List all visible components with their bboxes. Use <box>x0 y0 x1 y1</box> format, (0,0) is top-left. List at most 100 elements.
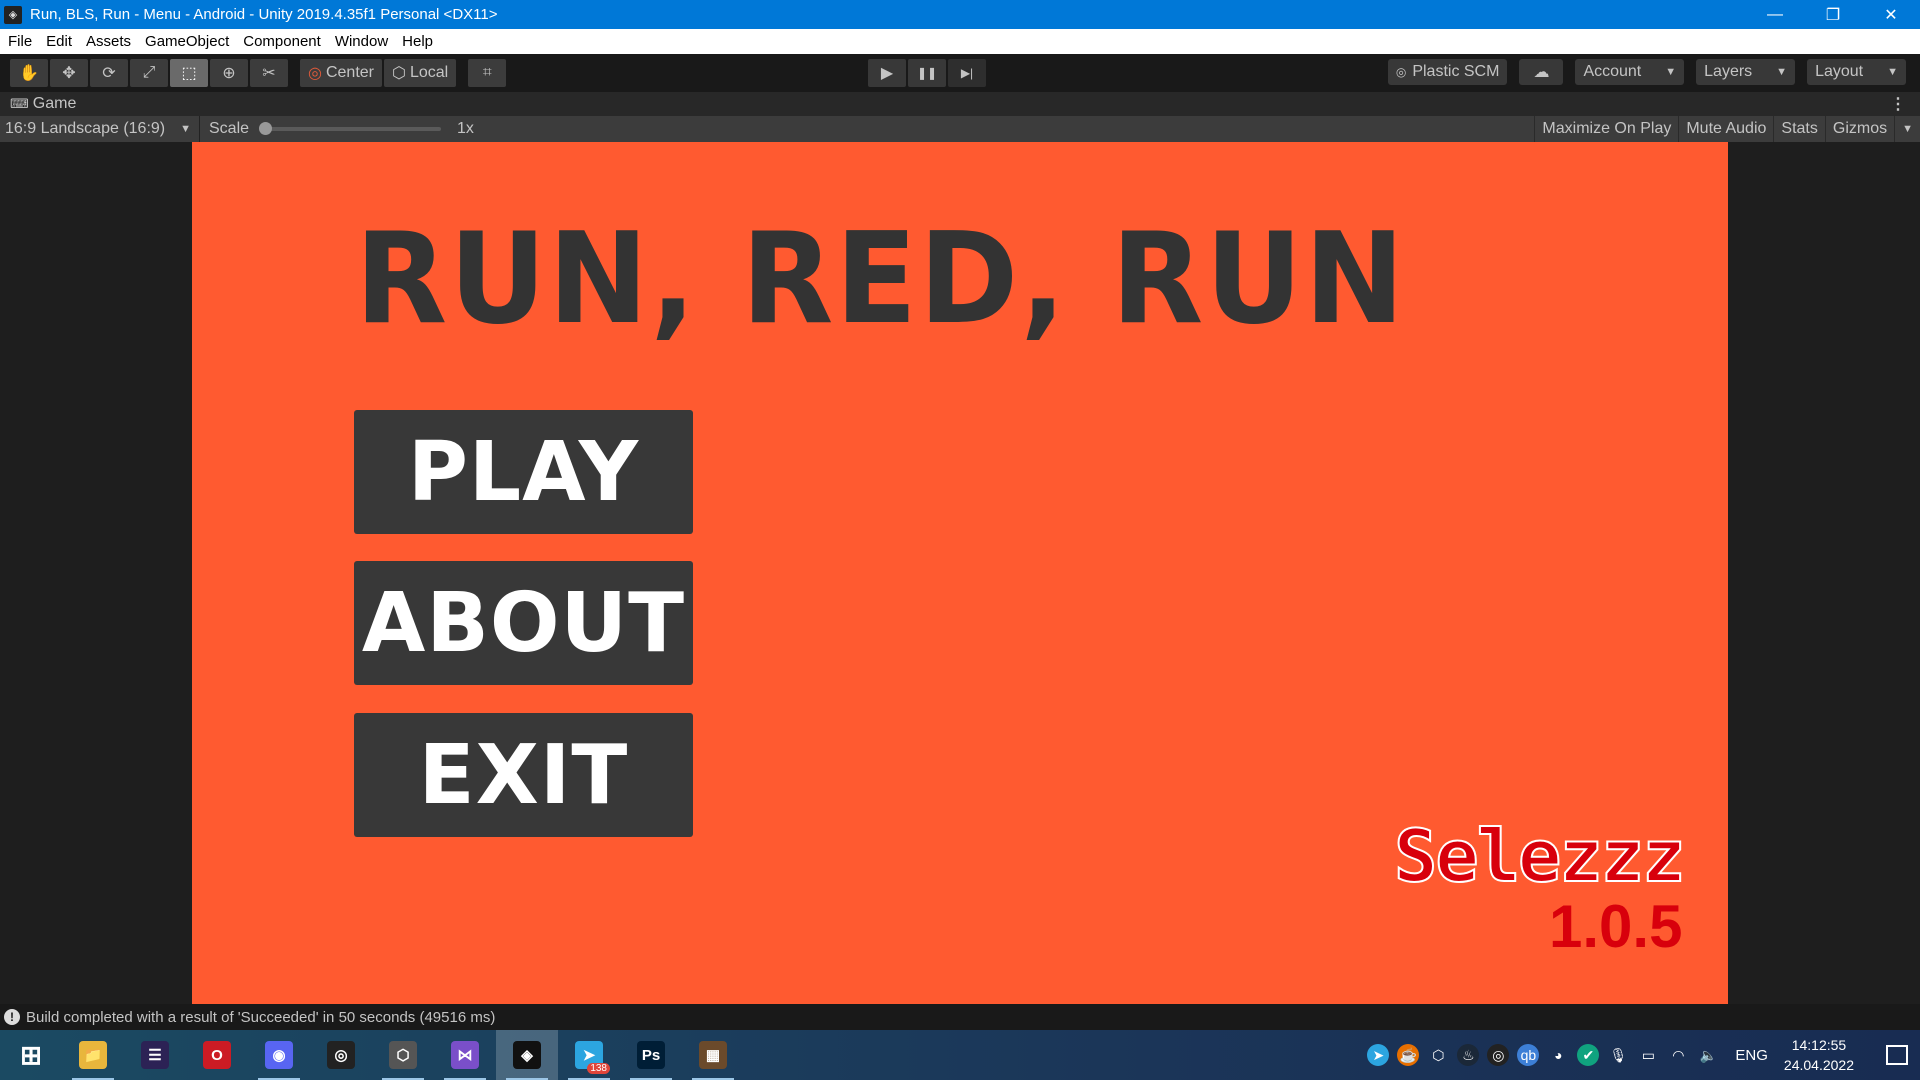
game-title: RUN, RED, RUN <box>355 205 1407 352</box>
menu-file[interactable]: File <box>8 33 32 50</box>
layout-label: Layout <box>1815 63 1864 80</box>
taskbar-app-obs[interactable]: ◎ <box>310 1030 372 1080</box>
clock-time: 14:12:55 <box>1791 1037 1847 1053</box>
close-button[interactable]: ✕ <box>1862 0 1920 29</box>
cube-icon: ⬡ <box>392 65 406 82</box>
transform-icon: ⊕ <box>222 65 236 82</box>
account-label: Account <box>1583 63 1642 80</box>
play-button[interactable]: ▶ <box>868 59 906 87</box>
discord-tray-icon[interactable]: ◕ <box>1547 1044 1569 1066</box>
taskbar-app-unity[interactable]: ◈ <box>496 1030 558 1080</box>
taskbar-app-unity-hub[interactable]: ⬡ <box>372 1030 434 1080</box>
gamepad-icon: ⌨ <box>10 96 29 111</box>
steam-icon[interactable]: ♨ <box>1457 1044 1480 1066</box>
taskbar-app-photoshop[interactable]: Ps <box>620 1030 682 1080</box>
taskbar-app-telegram[interactable]: ➤ 138 <box>558 1030 620 1080</box>
scale-control: Scale 1x <box>200 120 474 138</box>
taskbar-app-visual-studio[interactable]: ⋈ <box>434 1030 496 1080</box>
unity-app-icon: ◈ <box>4 5 22 24</box>
exit-menu-button[interactable]: EXIT <box>354 713 693 837</box>
security-icon[interactable]: ✔ <box>1577 1044 1600 1066</box>
taskbar-app-eclipse[interactable]: ☰ <box>124 1030 186 1080</box>
windows-taskbar: ⊞ 📁 ☰ O ◉ ◎ ⬡ ⋈ ◈ ➤ 138 Ps ▦ ➤ ☕ ⬡ ♨ ◎ qb ◕ ✔ 🎙 ▭ ◠ 🔈 ENG 14:12… <box>0 1030 1920 1080</box>
pivot-icon: ◎ <box>308 65 322 82</box>
rotate-tool-button[interactable]: ⟳ <box>90 59 128 87</box>
aspect-ratio-dropdown[interactable]: 16:9 Landscape (16:9) ▼ <box>0 116 200 142</box>
about-menu-button[interactable]: ABOUT <box>354 561 693 685</box>
taskbar-apps: ⊞ 📁 ☰ O ◉ ◎ ⬡ ⋈ ◈ ➤ 138 Ps ▦ <box>0 1030 744 1080</box>
menu-help[interactable]: Help <box>402 33 433 50</box>
pause-button[interactable]: ❚❚ <box>908 59 946 87</box>
cloud-button[interactable]: ☁ <box>1519 59 1564 85</box>
menu-edit[interactable]: Edit <box>46 33 72 50</box>
rect-tool-button[interactable]: ⬚ <box>170 59 208 87</box>
taskbar-app-opera[interactable]: O <box>186 1030 248 1080</box>
language-indicator[interactable]: ENG <box>1735 1047 1768 1064</box>
aspect-label: 16:9 Landscape (16:9) <box>5 120 166 137</box>
pivot-tools: ◎ Center ⬡ Local <box>300 59 458 87</box>
opera-icon: O <box>203 1041 231 1069</box>
menu-component[interactable]: Component <box>243 33 321 50</box>
move-icon: ✥ <box>62 65 76 82</box>
taskbar-app-file-explorer[interactable]: 📁 <box>62 1030 124 1080</box>
clock-date: 24.04.2022 <box>1783 1057 1854 1073</box>
menu-window[interactable]: Window <box>335 33 388 50</box>
plastic-scm-button[interactable]: ◎ Plastic SCM <box>1387 59 1508 85</box>
layers-dropdown[interactable]: Layers ▼ <box>1696 59 1796 85</box>
scale-slider[interactable] <box>259 122 442 135</box>
status-bar[interactable]: ! Build completed with a result of 'Succ… <box>0 1004 1920 1030</box>
title-bar: ◈ Run, BLS, Run - Menu - Android - Unity… <box>0 0 1920 29</box>
qbittorrent-icon[interactable]: qb <box>1517 1044 1540 1066</box>
maximize-on-play-toggle[interactable]: Maximize On Play <box>1534 116 1678 142</box>
menu-bar: File Edit Assets GameObject Component Wi… <box>0 29 1920 54</box>
layers-label: Layers <box>1704 63 1753 80</box>
wifi-icon[interactable]: ◠ <box>1667 1044 1689 1066</box>
tools-icon: ✂ <box>262 65 276 82</box>
battery-icon[interactable]: ▭ <box>1637 1044 1659 1066</box>
account-dropdown[interactable]: Account ▼ <box>1575 59 1685 85</box>
more-options-icon[interactable]: ⋮ <box>1890 94 1906 114</box>
transform-tools: ✋ ✥ ⟳ ⤢ ⬚ ⊕ ✂ <box>10 59 290 87</box>
custom-tool-button[interactable]: ✂ <box>250 59 288 87</box>
step-button[interactable]: ▶| <box>948 59 986 87</box>
unity-tray-icon[interactable]: ⬡ <box>1427 1044 1449 1066</box>
obs-tray-icon[interactable]: ◎ <box>1487 1044 1510 1066</box>
toolbar-right: ◎ Plastic SCM ☁ Account ▼ Layers ▼ Layout ▼ <box>1387 59 1906 85</box>
scale-slider-thumb[interactable] <box>259 122 273 135</box>
system-tray: ➤ ☕ ⬡ ♨ ◎ qb ◕ ✔ 🎙 ▭ ◠ 🔈 ENG 14:12:55 24.04.2022 <box>1367 1035 1920 1075</box>
tab-game[interactable]: Game <box>33 95 77 113</box>
menu-gameobject[interactable]: GameObject <box>145 33 229 50</box>
move-tool-button[interactable]: ✥ <box>50 59 88 87</box>
play-icon: ▶ <box>880 65 894 82</box>
play-menu-button[interactable]: PLAY <box>354 410 693 534</box>
gizmos-dropdown-icon[interactable]: ▼ <box>1894 116 1920 142</box>
taskbar-app-discord-chrome[interactable]: ◉ <box>248 1030 310 1080</box>
clock[interactable]: 14:12:55 24.04.2022 <box>1784 1035 1854 1075</box>
transform-tool-button[interactable]: ⊕ <box>210 59 248 87</box>
taskbar-app-start[interactable]: ⊞ <box>0 1030 62 1080</box>
layout-dropdown[interactable]: Layout ▼ <box>1807 59 1906 85</box>
java-icon[interactable]: ☕ <box>1397 1044 1420 1066</box>
volume-icon[interactable]: 🔈 <box>1697 1044 1719 1066</box>
grid-snap-button[interactable]: ⌗ <box>468 59 507 87</box>
microphone-icon[interactable]: 🎙 <box>1607 1044 1629 1066</box>
minimize-button[interactable]: — <box>1746 0 1804 29</box>
minecraft-icon: ▦ <box>699 1041 727 1069</box>
developer-logo: Selezzz <box>1393 813 1686 899</box>
stats-toggle[interactable]: Stats <box>1773 116 1824 142</box>
pivot-center-toggle[interactable]: ◎ Center <box>300 59 382 87</box>
mute-audio-toggle[interactable]: Mute Audio <box>1678 116 1773 142</box>
rotate-icon: ⟳ <box>102 65 116 82</box>
telegram-tray-icon[interactable]: ➤ <box>1367 1044 1390 1066</box>
taskbar-app-minecraft[interactable]: ▦ <box>682 1030 744 1080</box>
hand-tool-button[interactable]: ✋ <box>10 59 48 87</box>
notification-center-icon[interactable] <box>1886 1045 1908 1065</box>
menu-assets[interactable]: Assets <box>86 33 131 50</box>
eclipse-icon: ☰ <box>141 1041 169 1069</box>
scale-tool-button[interactable]: ⤢ <box>130 59 168 87</box>
restore-button[interactable]: ❐ <box>1804 0 1862 29</box>
game-view-options: Maximize On Play Mute Audio Stats Gizmos… <box>1534 116 1920 142</box>
gizmos-toggle[interactable]: Gizmos <box>1824 116 1894 142</box>
pivot-local-toggle[interactable]: ⬡ Local <box>384 59 457 87</box>
start-icon: ⊞ <box>20 1039 42 1070</box>
